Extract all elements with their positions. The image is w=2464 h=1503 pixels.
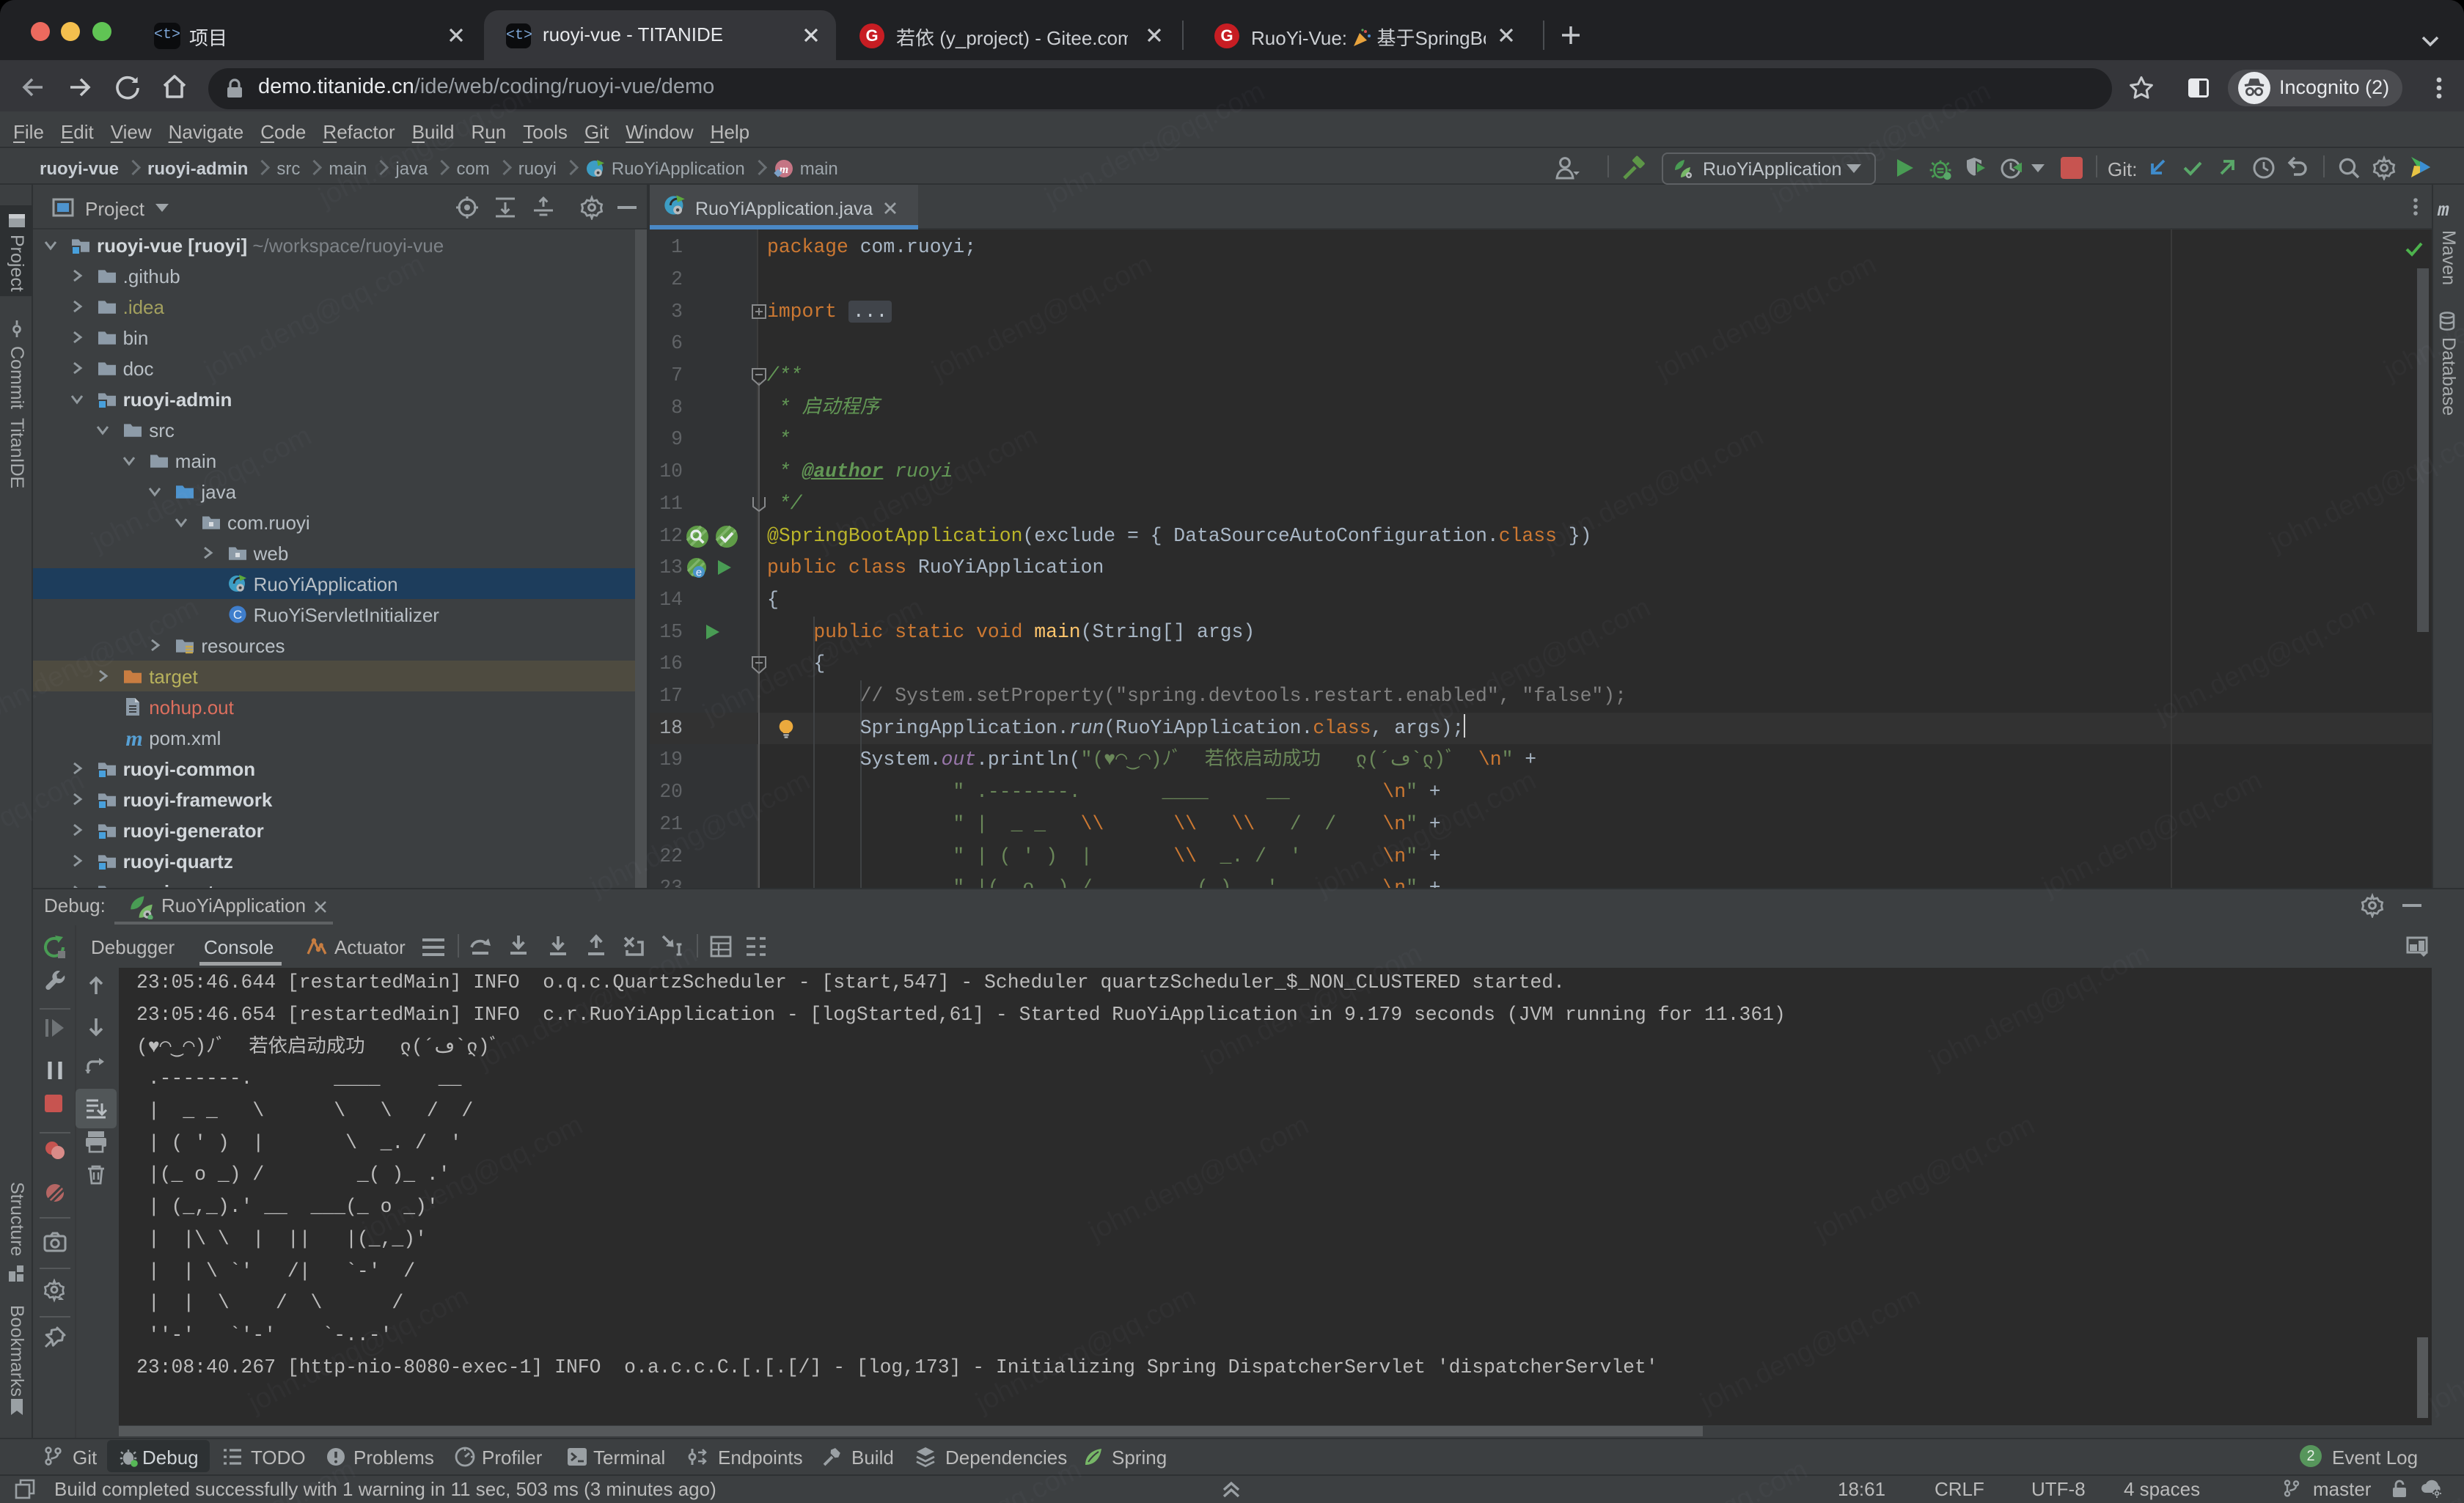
svg-text:m: m [126, 727, 143, 751]
svg-text:e: e [695, 567, 702, 580]
svg-text:C: C [232, 608, 241, 622]
